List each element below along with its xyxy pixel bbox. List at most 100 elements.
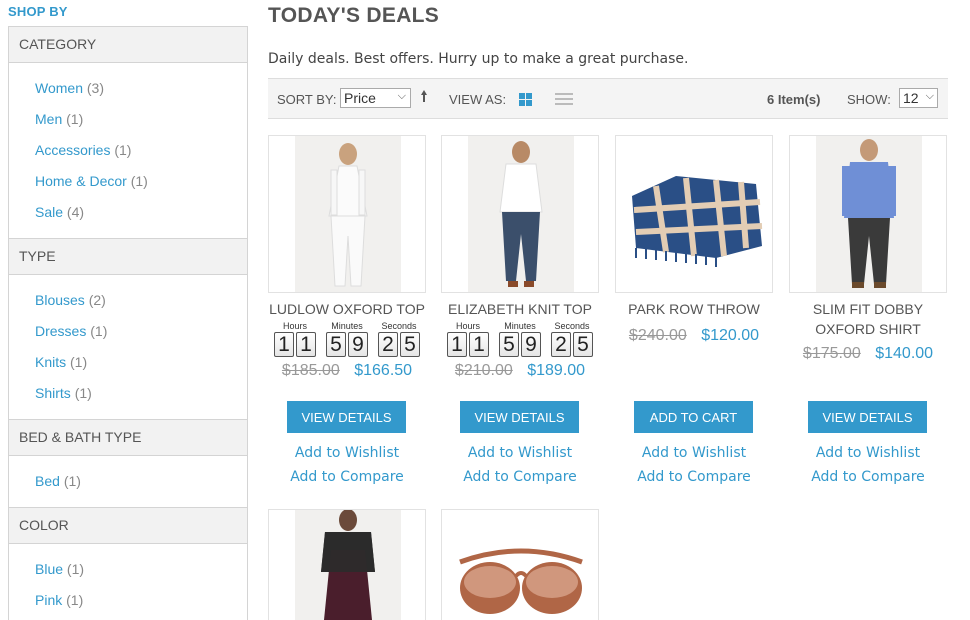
product-image[interactable] (615, 135, 773, 293)
filter-list-type: Blouses (2) Dresses (1) Knits (1) Shirts… (9, 275, 247, 420)
filter-option-count: (1) (90, 323, 108, 339)
filter-title-category[interactable]: CATEGORY (9, 27, 247, 63)
filter-option-label[interactable]: Women (35, 80, 83, 96)
add-to-compare-link[interactable]: Add to Compare (268, 465, 426, 489)
page-description: Daily deals. Best offers. Hurry up to ma… (268, 51, 689, 67)
main-content: TODAY'S DEALS Daily deals. Best offers. … (268, 0, 948, 119)
product-image[interactable] (441, 135, 599, 293)
filter-option-count: (1) (66, 111, 84, 127)
add-to-wishlist-link[interactable]: Add to Wishlist (441, 441, 599, 465)
product-name[interactable]: SLIM FIT DOBBY OXFORD SHIRT (789, 299, 947, 339)
filter-option-count: (1) (63, 473, 81, 489)
filter-option-label[interactable]: Blouses (35, 292, 85, 308)
filter-option-label[interactable]: Men (35, 111, 62, 127)
show-per-page-select[interactable]: 12 ⌵ (899, 88, 938, 108)
deal-countdown-timer: Hours 1 1 Minutes 5 9 Seconds 2 5 (441, 321, 599, 357)
filter-option-count: (1) (74, 385, 92, 401)
product-image[interactable] (441, 509, 599, 620)
filter-option[interactable]: Men (1) (35, 104, 247, 135)
timer-seconds-label: Seconds (554, 321, 590, 331)
filter-option-label[interactable]: Knits (35, 354, 66, 370)
filter-option[interactable]: Women (3) (35, 73, 247, 104)
filter-option-label[interactable]: Bed (35, 473, 60, 489)
filter-option-label[interactable]: Home & Decor (35, 173, 127, 189)
filter-option-label[interactable]: Dresses (35, 323, 86, 339)
sort-by-value: Price (344, 90, 376, 106)
old-price: $240.00 (628, 327, 687, 344)
filter-title-color[interactable]: COLOR (9, 508, 247, 544)
timer-minutes-label: Minutes (504, 321, 536, 331)
view-details-button[interactable]: VIEW DETAILS (287, 401, 406, 433)
filter-option-count: (2) (88, 292, 106, 308)
view-as-label: VIEW AS: (449, 92, 507, 107)
filter-option[interactable]: Blouses (2) (35, 285, 247, 316)
view-details-button[interactable]: VIEW DETAILS (460, 401, 579, 433)
product-image[interactable] (268, 509, 426, 620)
filter-option-label[interactable]: Sale (35, 204, 63, 220)
view-details-button[interactable]: VIEW DETAILS (808, 401, 927, 433)
filter-list-bed-bath-type: Bed (1) (9, 456, 247, 508)
sort-by-select[interactable]: Price ⌵ (340, 88, 411, 108)
filter-option[interactable]: Home & Decor (1) (35, 166, 247, 197)
product-links: Add to Wishlist Add to Compare (615, 441, 773, 489)
old-price: $175.00 (802, 345, 861, 362)
filter-option[interactable]: Blue (1) (35, 554, 247, 585)
product-card: ELIZABETH KNIT TOP Hours 1 1 Minutes 5 9 Sec… (441, 135, 599, 485)
special-price: $166.50 (354, 362, 413, 379)
special-price: $189.00 (527, 362, 586, 379)
grid-view-icon[interactable] (519, 93, 532, 106)
add-to-cart-button[interactable]: ADD TO CART (634, 401, 753, 433)
product-card (441, 509, 599, 620)
special-price: $120.00 (701, 327, 760, 344)
timer-seconds-label: Seconds (381, 321, 417, 331)
add-to-wishlist-link[interactable]: Add to Wishlist (789, 441, 947, 465)
filter-option[interactable]: Knits (1) (35, 347, 247, 378)
product-links: Add to Wishlist Add to Compare (268, 441, 426, 489)
add-to-wishlist-link[interactable]: Add to Wishlist (268, 441, 426, 465)
filter-option[interactable]: Sale (4) (35, 197, 247, 228)
timer-digit: 9 (348, 332, 368, 357)
items-count: 6 Item(s) (767, 92, 821, 107)
sort-up-arrow-icon[interactable] (420, 89, 428, 106)
product-card: SLIM FIT DOBBY OXFORD SHIRT $175.00 $140… (789, 135, 947, 485)
filter-title-bed-bath-type[interactable]: BED & BATH TYPE (9, 420, 247, 456)
timer-digit: 5 (400, 332, 420, 357)
filter-option[interactable]: Dresses (1) (35, 316, 247, 347)
filter-option[interactable]: Bed (1) (35, 466, 247, 497)
timer-digit: 2 (551, 332, 571, 357)
filter-option-label[interactable]: Accessories (35, 142, 110, 158)
show-label: SHOW: (847, 92, 891, 107)
timer-digit: 1 (447, 332, 467, 357)
timer-digit: 5 (573, 332, 593, 357)
filter-option-label[interactable]: Shirts (35, 385, 71, 401)
list-view-icon[interactable] (555, 93, 573, 106)
product-name[interactable]: LUDLOW OXFORD TOP (268, 299, 426, 319)
product-image[interactable] (789, 135, 947, 293)
special-price: $140.00 (875, 345, 934, 362)
filter-option-label[interactable]: Blue (35, 561, 63, 577)
chevron-down-icon: ⌵ (925, 90, 934, 102)
add-to-wishlist-link[interactable]: Add to Wishlist (615, 441, 773, 465)
add-to-compare-link[interactable]: Add to Compare (441, 465, 599, 489)
product-name[interactable]: PARK ROW THROW (615, 299, 773, 319)
product-image[interactable] (268, 135, 426, 293)
old-price: $185.00 (281, 362, 340, 379)
filter-list-color: Blue (1) Pink (1) (9, 544, 247, 620)
timer-hours-label: Hours (282, 321, 307, 331)
filter-title-type[interactable]: TYPE (9, 239, 247, 275)
add-to-compare-link[interactable]: Add to Compare (615, 465, 773, 489)
timer-digit: 9 (521, 332, 541, 357)
deal-countdown-timer: Hours 1 1 Minutes 5 9 Seconds 2 5 (268, 321, 426, 357)
add-to-compare-link[interactable]: Add to Compare (789, 465, 947, 489)
filter-option-label[interactable]: Pink (35, 592, 62, 608)
filter-option[interactable]: Pink (1) (35, 585, 247, 616)
filter-option[interactable]: Accessories (1) (35, 135, 247, 166)
product-prices: $185.00 $166.50 (268, 362, 426, 380)
shop-by-heading: SHOP BY (8, 4, 68, 19)
old-price: $210.00 (454, 362, 513, 379)
page-title: TODAY'S DEALS (268, 4, 440, 27)
sort-by-label: SORT BY: (277, 92, 337, 107)
filter-option[interactable]: Shirts (1) (35, 378, 247, 409)
product-toolbar: SORT BY: Price ⌵ VIEW AS: 6 Item(s) SHOW… (268, 78, 948, 119)
product-name[interactable]: ELIZABETH KNIT TOP (441, 299, 599, 319)
